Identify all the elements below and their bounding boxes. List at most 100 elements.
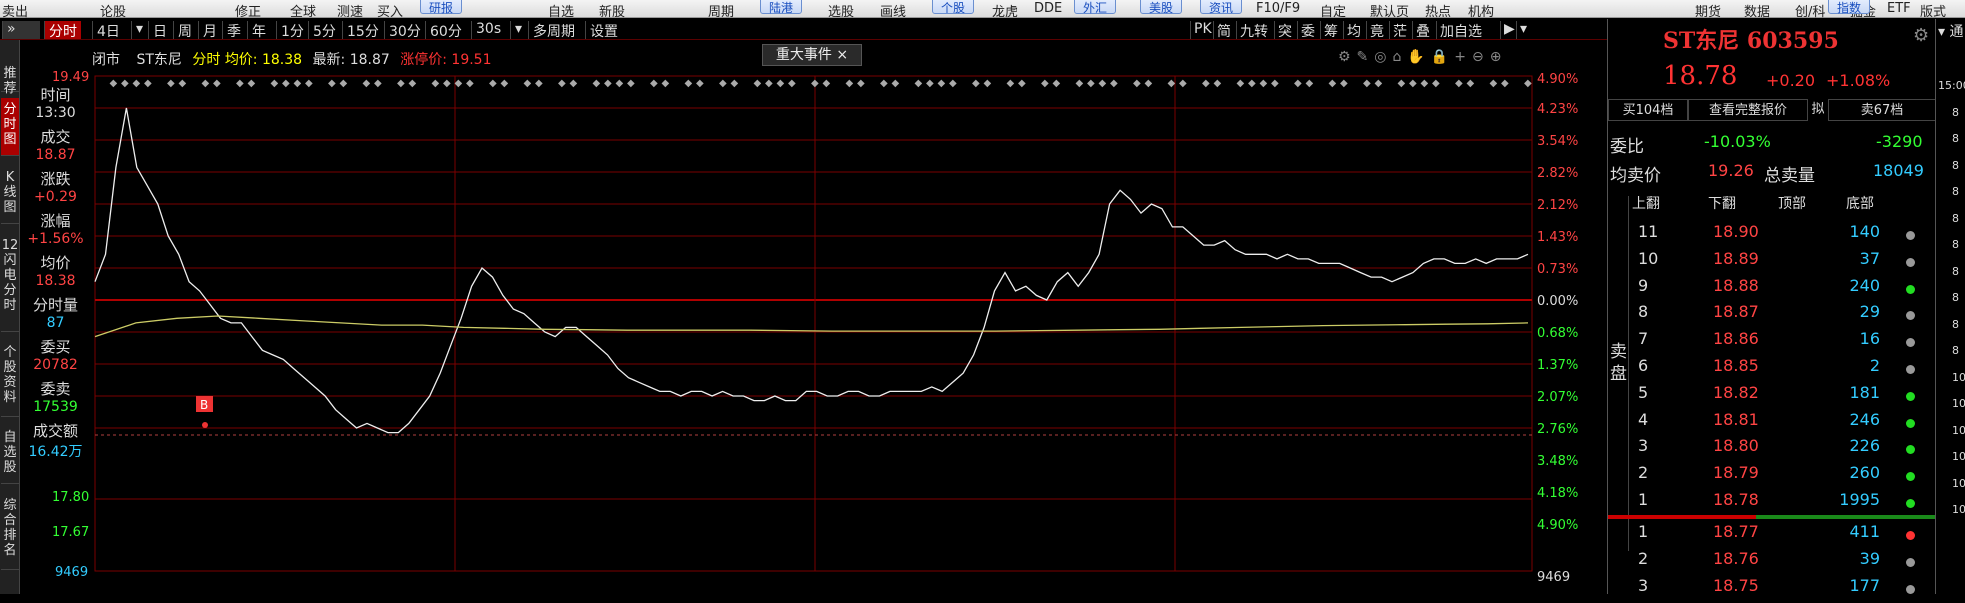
event-marker[interactable]: ◆ [1398, 78, 1406, 89]
event-marker[interactable]: ◆ [1110, 78, 1118, 89]
full-quote-button[interactable]: 查看完整报价 [1688, 99, 1808, 121]
period-tab[interactable]: 季 [222, 21, 245, 40]
event-marker[interactable]: ◆ [121, 78, 129, 89]
event-marker[interactable]: ◆ [524, 78, 532, 89]
menu-item[interactable]: 自选 [548, 1, 574, 20]
event-marker[interactable]: ◆ [409, 78, 417, 89]
overlay-tab[interactable]: 突 [1274, 21, 1295, 40]
event-marker[interactable]: ◆ [1099, 78, 1107, 89]
event-marker[interactable]: ◆ [133, 78, 141, 89]
event-marker[interactable]: ◆ [179, 78, 187, 89]
event-marker[interactable]: ◆ [823, 78, 831, 89]
event-marker[interactable]: ◆ [248, 78, 256, 89]
event-marker[interactable]: ◆ [432, 78, 440, 89]
event-marker[interactable]: ◆ [984, 78, 992, 89]
menu-item[interactable]: 数据 [1744, 1, 1770, 20]
event-marker[interactable]: ◆ [1041, 78, 1049, 89]
period-tab[interactable]: 周 [173, 21, 196, 40]
event-marker[interactable]: ◆ [892, 78, 900, 89]
event-marker[interactable]: ◆ [788, 78, 796, 89]
menu-item[interactable]: 自定 [1320, 1, 1346, 20]
event-marker[interactable]: ◆ [938, 78, 946, 89]
event-marker[interactable]: ◆ [1524, 78, 1532, 89]
sim-button[interactable]: 拟 [1808, 99, 1828, 121]
intraday-chart[interactable]: ◆ ◆ ◆ ◆ ◆ ◆ ◆ ◆ ◆ ◆ ◆ ◆ ◆ ◆ ◆ ◆ ◆ ◆ ◆ ◆ ◆ ◆ ◆ ◆ ◆ ◆ ◆ ◆ ◆ ◆ ◆ ◆ ◆ ◆ ◆ ◆ ◆ ◆ ◆ ◆… [0, 40, 1607, 594]
period-tab[interactable]: ▾ [510, 21, 526, 39]
menu-item[interactable]: 周期 [708, 1, 734, 20]
event-marker[interactable]: ◆ [1248, 78, 1256, 89]
menu-item[interactable]: 选股 [828, 1, 854, 20]
event-marker[interactable]: ◆ [1455, 78, 1463, 89]
period-tab[interactable]: ▾ [131, 21, 147, 39]
event-marker[interactable]: ◆ [1294, 78, 1302, 89]
period-tab[interactable]: 60分 [425, 21, 466, 40]
menu-button[interactable]: 美股 [1140, 0, 1183, 15]
event-marker[interactable]: ◆ [593, 78, 601, 89]
menu-item[interactable]: 画线 [880, 1, 906, 20]
menu-button[interactable]: 研报 [420, 0, 463, 15]
chart-toolbar[interactable]: ⚙✎◎⌂✋🔒+⊖⊕ [1338, 49, 1507, 65]
menu-item[interactable]: 修正 [235, 1, 261, 20]
menu-item[interactable]: 测速 [337, 1, 363, 20]
menu-item[interactable]: 创/科 [1795, 1, 1825, 20]
event-marker[interactable]: ◆ [1007, 78, 1015, 89]
event-marker[interactable]: ◆ [627, 78, 635, 89]
event-marker[interactable]: ◆ [167, 78, 175, 89]
event-marker[interactable]: ◆ [685, 78, 693, 89]
event-marker[interactable]: ◆ [455, 78, 463, 89]
overlay-tab[interactable]: PK [1190, 21, 1215, 39]
event-marker[interactable]: ◆ [443, 78, 451, 89]
overlay-tab[interactable]: 加自选 [1436, 21, 1485, 40]
period-tab[interactable]: 分时 [44, 21, 81, 40]
event-marker[interactable]: ◆ [271, 78, 279, 89]
event-marker[interactable]: ◆ [662, 78, 670, 89]
gear-icon[interactable]: ⚙ [1913, 25, 1929, 46]
event-marker[interactable]: ◆ [1202, 78, 1210, 89]
edge-tab[interactable]: ▾ 通 [1938, 21, 1963, 41]
period-tab[interactable]: 多周期 [528, 21, 579, 40]
event-marker[interactable]: ◆ [1329, 78, 1337, 89]
overlay-tab[interactable]: 委 [1297, 21, 1318, 40]
collapse-icon[interactable]: » [2, 21, 40, 39]
event-marker[interactable]: ◆ [282, 78, 290, 89]
period-tab[interactable]: 月 [198, 21, 221, 40]
event-marker[interactable]: ◆ [1363, 78, 1371, 89]
event-marker[interactable]: ◆ [604, 78, 612, 89]
event-marker[interactable]: ◆ [650, 78, 658, 89]
event-marker[interactable]: ◆ [501, 78, 509, 89]
event-marker[interactable]: ◆ [1133, 78, 1141, 89]
event-marker[interactable]: ◆ [846, 78, 854, 89]
event-marker[interactable]: ◆ [1271, 78, 1279, 89]
event-marker[interactable]: ◆ [558, 78, 566, 89]
menu-item[interactable]: 全球 [290, 1, 316, 20]
event-marker[interactable]: ◆ [570, 78, 578, 89]
menu-item[interactable]: 论股 [100, 1, 126, 20]
menu-button[interactable]: 外汇 [1074, 0, 1117, 15]
period-tab[interactable]: 日 [148, 21, 171, 40]
menu-button[interactable]: 资讯 [1200, 0, 1243, 15]
book-nav[interactable]: 顶部 [1778, 193, 1806, 213]
event-marker[interactable]: ◆ [489, 78, 497, 89]
overlay-tab[interactable]: 均 [1343, 21, 1364, 40]
menu-button[interactable]: 指数 [1828, 0, 1871, 15]
event-marker[interactable]: ◆ [1409, 78, 1417, 89]
event-marker[interactable]: ◆ [1421, 78, 1429, 89]
event-marker[interactable]: ◆ [328, 78, 336, 89]
overlay-tab[interactable]: 竟 [1366, 21, 1387, 40]
period-tab[interactable]: 4日 [92, 21, 124, 40]
event-marker[interactable]: ◆ [926, 78, 934, 89]
event-marker[interactable]: ◆ [731, 78, 739, 89]
event-marker[interactable]: ◆ [616, 78, 624, 89]
menu-item[interactable]: 卖出 [2, 1, 28, 20]
period-tab[interactable]: 30s [471, 21, 505, 39]
event-marker[interactable]: ◆ [777, 78, 785, 89]
overlay-tab[interactable]: 叠 [1412, 21, 1433, 40]
overlay-tab[interactable]: ▾ [1516, 21, 1530, 39]
event-marker[interactable]: ◆ [144, 78, 152, 89]
event-marker[interactable]: ◆ [696, 78, 704, 89]
period-tab[interactable]: 设置 [585, 21, 622, 40]
period-tab[interactable]: 30分 [384, 21, 425, 40]
overlay-tab[interactable]: 九转 [1236, 21, 1271, 40]
menu-item[interactable]: 默认页 [1370, 1, 1409, 20]
event-marker[interactable]: ◆ [1214, 78, 1222, 89]
